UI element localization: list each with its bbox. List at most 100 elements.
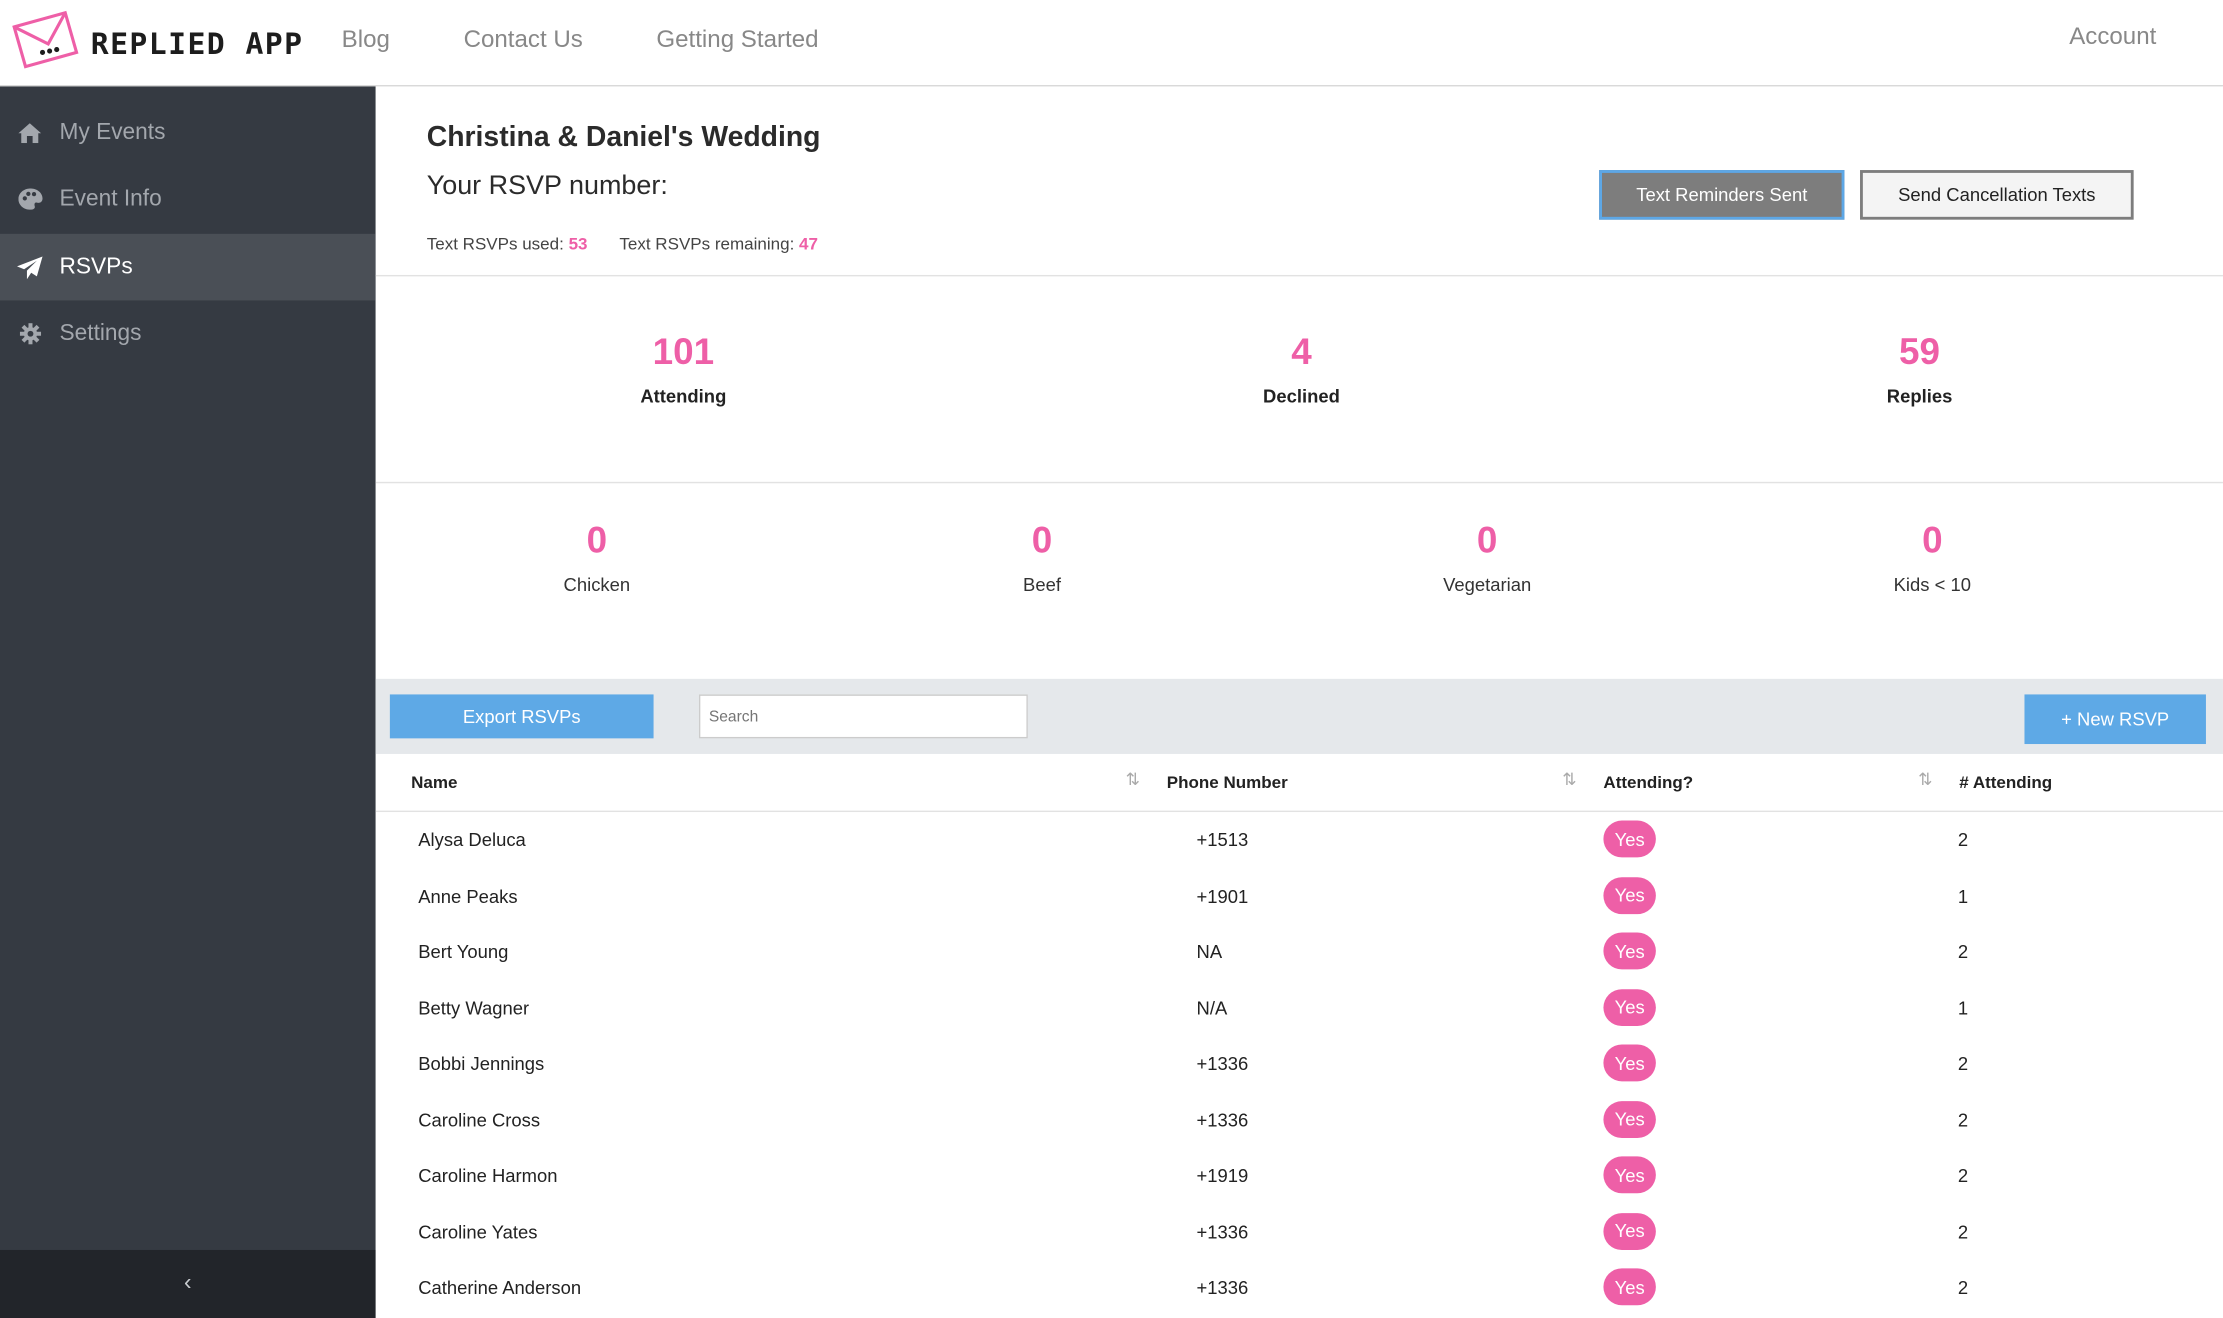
attending-badge: Yes [1603,1100,1656,1138]
stat-label: Replies [1886,385,1953,407]
top-navbar: REPLIED APP Blog Contact Us Getting Star… [0,0,2223,87]
stat-replies: 59 Replies [1778,330,2062,407]
meal-kids: 0 Kids < 10 [1791,519,2075,596]
attending-badge: Yes [1603,1268,1656,1306]
send-cancellation-button[interactable]: Send Cancellation Texts [1860,170,2134,220]
table-row[interactable]: Caroline Cross +1336 Yes 2 [376,1092,2223,1148]
cell-count: 2 [1957,941,1969,963]
cell-phone: +1919 [1196,1164,1248,1187]
remaining-value: 47 [799,233,818,254]
meal-value: 0 [1922,518,1943,562]
meal-label: Kids < 10 [1893,573,1972,596]
meal-label: Chicken [563,573,631,596]
cell-phone: N/A [1196,997,1228,1019]
cell-count: 1 [1957,997,1969,1019]
table-row[interactable]: Bert Young NA Yes 2 [376,924,2223,980]
account-link[interactable]: Account [2069,23,2156,51]
sort-icon[interactable]: ⇅ [1126,770,1140,790]
cell-phone: +1336 [1196,1052,1248,1075]
sidebar-item-label: RSVPs [59,254,133,279]
sidebar-item-label: My Events [59,119,166,144]
sort-icon[interactable]: ⇅ [1918,770,1932,790]
cell-name: Alysa Deluca [418,829,526,851]
attending-badge: Yes [1603,876,1656,914]
stat-value: 59 [1899,330,1941,373]
stat-label: Declined [1263,385,1340,407]
column-header-count: # Attending [1959,772,2053,793]
cell-name: Catherine Anderson [418,1276,582,1299]
cell-count: 1 [1957,885,1969,907]
nav-getting-started-link[interactable]: Getting Started [656,26,818,54]
attending-badge: Yes [1603,820,1656,858]
cell-name: Bert Young [418,941,509,963]
home-icon [17,120,43,146]
remaining-label: Text RSVPs remaining: [619,233,795,254]
table-row[interactable]: Catherine Anderson +1336 Yes 2 [376,1260,2223,1316]
cell-count: 2 [1957,1108,1969,1131]
text-reminders-sent-button[interactable]: Text Reminders Sent [1599,170,1845,220]
palette-icon [17,186,43,212]
meal-chicken: 0 Chicken [455,519,739,596]
main-content: Christina & Daniel's Wedding Your RSVP n… [375,86,2223,1318]
nav-contact-link[interactable]: Contact Us [464,26,583,54]
meal-value: 0 [586,518,608,562]
attending-badge: Yes [1603,932,1656,970]
meal-vegetarian: 0 Vegetarian [1345,519,1629,596]
cell-count: 2 [1957,1220,1969,1243]
nav-blog-link[interactable]: Blog [342,26,390,54]
sidebar-item-label: Event Info [59,186,162,211]
sidebar-item-settings[interactable]: Settings [0,300,376,367]
column-header-name: Name [411,772,458,793]
stat-value: 101 [652,330,715,373]
meal-label: Beef [1023,573,1061,596]
rsvp-number-label: Your RSVP number: [426,171,668,202]
sidebar-collapse-button[interactable]: ‹ [0,1249,376,1318]
attending-badge: Yes [1603,988,1656,1026]
column-header-phone: Phone Number [1166,772,1288,793]
sidebar-item-event-info[interactable]: Event Info [0,166,376,233]
brand-name: REPLIED APP [90,26,304,61]
attending-badge: Yes [1603,1156,1656,1194]
sidebar: My Events Event Info RSVPs Settings ‹ [0,86,376,1318]
brand-logo[interactable]: REPLIED APP [11,10,303,77]
table-row[interactable]: Caroline Harmon +1919 Yes 2 [376,1148,2223,1204]
sidebar-item-my-events[interactable]: My Events [0,99,376,166]
used-value: 53 [568,233,588,254]
cell-name: Caroline Harmon [418,1164,558,1187]
cell-name: Caroline Yates [418,1220,538,1243]
cell-phone: +1513 [1196,829,1248,851]
divider [375,274,2223,277]
table-row[interactable]: Anne Peaks +1901 Yes 1 [376,868,2223,924]
stat-declined: 4 Declined [1160,330,1444,407]
used-label: Text RSVPs used: [426,233,564,254]
export-rsvps-button[interactable]: Export RSVPs [389,694,654,739]
cell-name: Bobbi Jennings [418,1052,545,1075]
paper-plane-icon [17,254,43,280]
envelope-logo-icon [11,10,79,77]
table-row[interactable]: Alysa Deluca +1513 Yes 2 [376,812,2223,868]
cell-count: 2 [1957,1276,1969,1299]
stat-label: Attending [640,385,727,407]
attending-badge: Yes [1603,1044,1656,1082]
meal-label: Vegetarian [1443,573,1532,596]
cell-name: Anne Peaks [418,885,518,907]
stat-value: 4 [1291,330,1312,373]
cell-phone: +1336 [1196,1276,1248,1299]
search-input[interactable] [698,694,1028,739]
stat-attending: 101 Attending [542,330,826,407]
divider [375,481,2223,484]
attending-badge: Yes [1603,1212,1656,1250]
column-header-attending: Attending? [1603,772,1694,793]
table-row[interactable]: Caroline Yates +1336 Yes 2 [376,1204,2223,1260]
table-row[interactable]: Betty Wagner N/A Yes 1 [376,980,2223,1036]
table-row[interactable]: Bobbi Jennings +1336 Yes 2 [376,1036,2223,1092]
cell-phone: NA [1196,941,1223,963]
sort-icon[interactable]: ⇅ [1562,770,1576,790]
cell-phone: +1336 [1196,1220,1248,1243]
sidebar-item-label: Settings [59,320,142,346]
cell-name: Caroline Cross [418,1108,541,1131]
new-rsvp-button[interactable]: + New RSVP [2024,694,2206,745]
meal-value: 0 [1031,518,1053,562]
sidebar-item-rsvps[interactable]: RSVPs [0,233,376,301]
cell-phone: +1901 [1196,885,1248,907]
